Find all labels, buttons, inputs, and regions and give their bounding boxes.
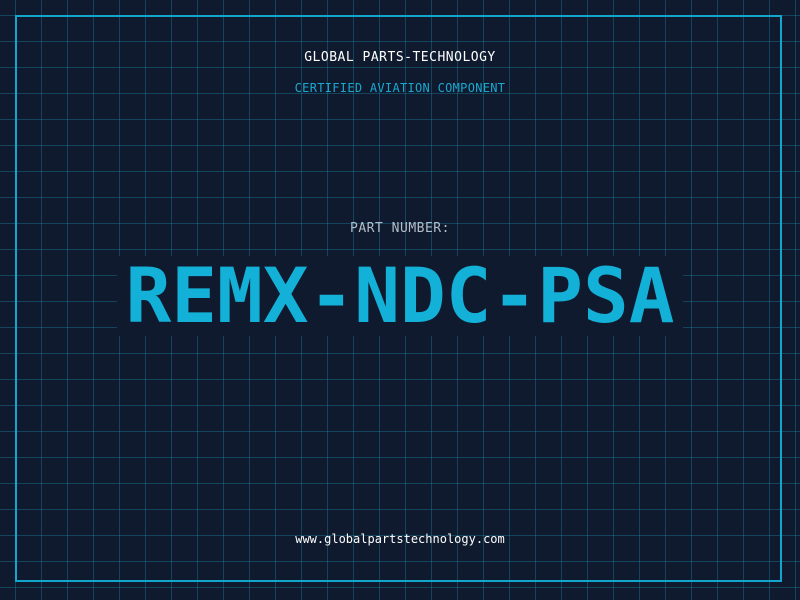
website-url: www.globalpartstechnology.com (295, 532, 505, 546)
part-number-value: REMX-NDC-PSA (117, 256, 683, 336)
part-number-container: REMX-NDC-PSA (0, 256, 800, 336)
blueprint-canvas: GLOBAL PARTS-TECHNOLOGY CERTIFIED AVIATI… (0, 0, 800, 600)
part-number-label: PART NUMBER: (350, 221, 450, 236)
company-name: GLOBAL PARTS-TECHNOLOGY (304, 50, 496, 65)
certification-subtitle: CERTIFIED AVIATION COMPONENT (294, 81, 506, 95)
